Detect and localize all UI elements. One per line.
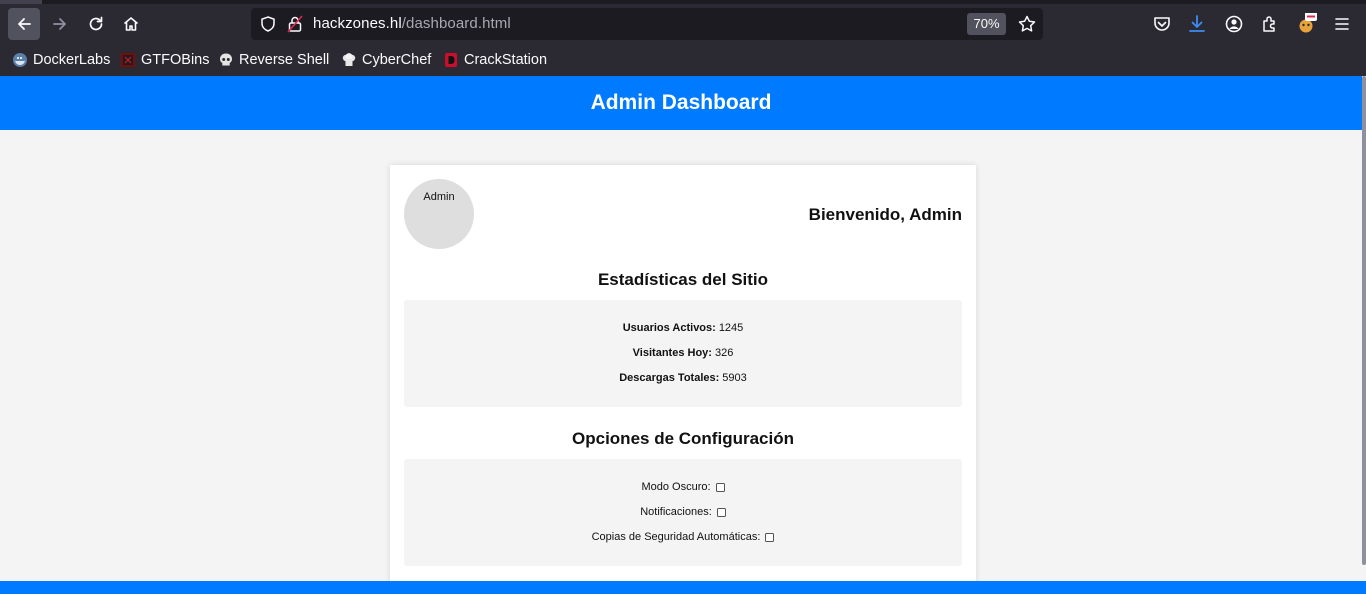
welcome-message: Bienvenido, Admin [808, 205, 962, 224]
stat-total-downloads: Descargas Totales: 5903 [404, 372, 962, 384]
bookmark-label: CyberChef [362, 52, 432, 68]
bookmark-dockerlabs[interactable]: DockerLabs [12, 51, 110, 69]
url-text[interactable]: hackzones.hl/dashboard.html [313, 15, 511, 32]
zoom-level-button[interactable]: 70% [967, 13, 1006, 35]
skull-icon [220, 53, 232, 66]
bookmark-reverse-shell[interactable]: Reverse Shell [218, 51, 329, 69]
url-host: hackzones.hl [313, 15, 402, 32]
back-button[interactable] [8, 8, 40, 40]
stats-heading: Estadísticas del Sitio [597, 270, 769, 289]
bookmark-label: CrackStation [464, 52, 548, 68]
stat-visitors-today: Visitantes Hoy: 326 [404, 347, 962, 359]
option-label: Copias de Seguridad Automáticas: [591, 531, 761, 543]
option-dark-mode: Modo Oscuro: [404, 481, 962, 493]
auto-backups-checkbox[interactable] [765, 532, 775, 542]
forward-button[interactable] [44, 8, 76, 40]
shield-icon[interactable] [259, 15, 277, 33]
address-bar[interactable]: hackzones.hl/dashboard.html 70% [251, 8, 1043, 40]
stat-value: 326 [714, 347, 734, 359]
bookmark-label: GTFOBins [141, 52, 210, 68]
reload-button[interactable] [80, 8, 112, 40]
downloads-icon[interactable] [1186, 13, 1208, 35]
bookmark-label: Reverse Shell [239, 52, 330, 68]
option-label: Modo Oscuro: [641, 481, 711, 493]
dark-mode-checkbox[interactable] [715, 482, 725, 492]
extensions-icon[interactable] [1259, 13, 1281, 35]
stat-active-users: Usuarios Activos: 1245 [404, 322, 962, 334]
url-path: /dashboard.html [401, 15, 511, 32]
menu-icon[interactable] [1331, 13, 1353, 35]
insecure-lock-icon[interactable] [287, 15, 303, 33]
avatar-label: Admin [423, 191, 455, 203]
bookmark-star-icon[interactable] [1017, 14, 1037, 34]
active-tab-indicator [0, 0, 42, 4]
page-footer [0, 581, 1366, 594]
dockerlabs-icon [13, 53, 27, 67]
avatar: Admin [404, 179, 474, 249]
stats-panel: Usuarios Activos: 1245 Visitantes Hoy: 326… [404, 300, 962, 407]
page-title: Admin Dashboard [590, 91, 772, 114]
arrow-right-icon [53, 18, 66, 30]
stat-value: 1245 [718, 322, 744, 334]
options-panel: Modo Oscuro: Notificaciones: Copias de S… [404, 459, 962, 566]
arrow-left-icon [18, 18, 31, 30]
scrollbar-thumb[interactable] [1362, 76, 1366, 565]
crackstation-icon [445, 53, 457, 67]
bookmark-label: DockerLabs [33, 52, 111, 68]
account-icon[interactable] [1223, 13, 1245, 35]
foxyproxy-icon[interactable] [1295, 12, 1317, 35]
stat-label: Descargas Totales: [619, 372, 720, 384]
page-header: Admin Dashboard [0, 76, 1362, 130]
dashboard-card: Admin Bienvenido, Admin Estadísticas del… [390, 165, 976, 585]
option-label: Notificaciones: [640, 506, 712, 518]
pocket-icon[interactable] [1151, 13, 1173, 35]
bookmark-cyberchef[interactable]: CyberChef [341, 51, 431, 69]
bookmarks-bar: DockerLabs GTFOBins Reverse Shell CyberC… [0, 44, 1366, 76]
stat-label: Usuarios Activos: [622, 322, 716, 334]
gtfobins-icon [121, 53, 135, 67]
option-notifications: Notificaciones: [404, 506, 962, 518]
option-auto-backups: Copias de Seguridad Automáticas: [404, 531, 962, 543]
chef-hat-icon [342, 53, 356, 66]
home-button[interactable] [115, 8, 147, 40]
stat-label: Visitantes Hoy: [632, 347, 712, 359]
options-heading: Opciones de Configuración [572, 429, 794, 448]
tab-strip [0, 0, 1366, 4]
bookmark-crackstation[interactable]: CrackStation [443, 51, 547, 69]
stat-value: 5903 [722, 372, 747, 384]
notifications-checkbox[interactable] [716, 507, 726, 517]
bookmark-gtfobins[interactable]: GTFOBins [120, 51, 209, 69]
browser-toolbar: hackzones.hl/dashboard.html 70% DockerLa… [0, 0, 1366, 76]
reload-icon [89, 16, 103, 31]
home-icon [123, 17, 139, 31]
